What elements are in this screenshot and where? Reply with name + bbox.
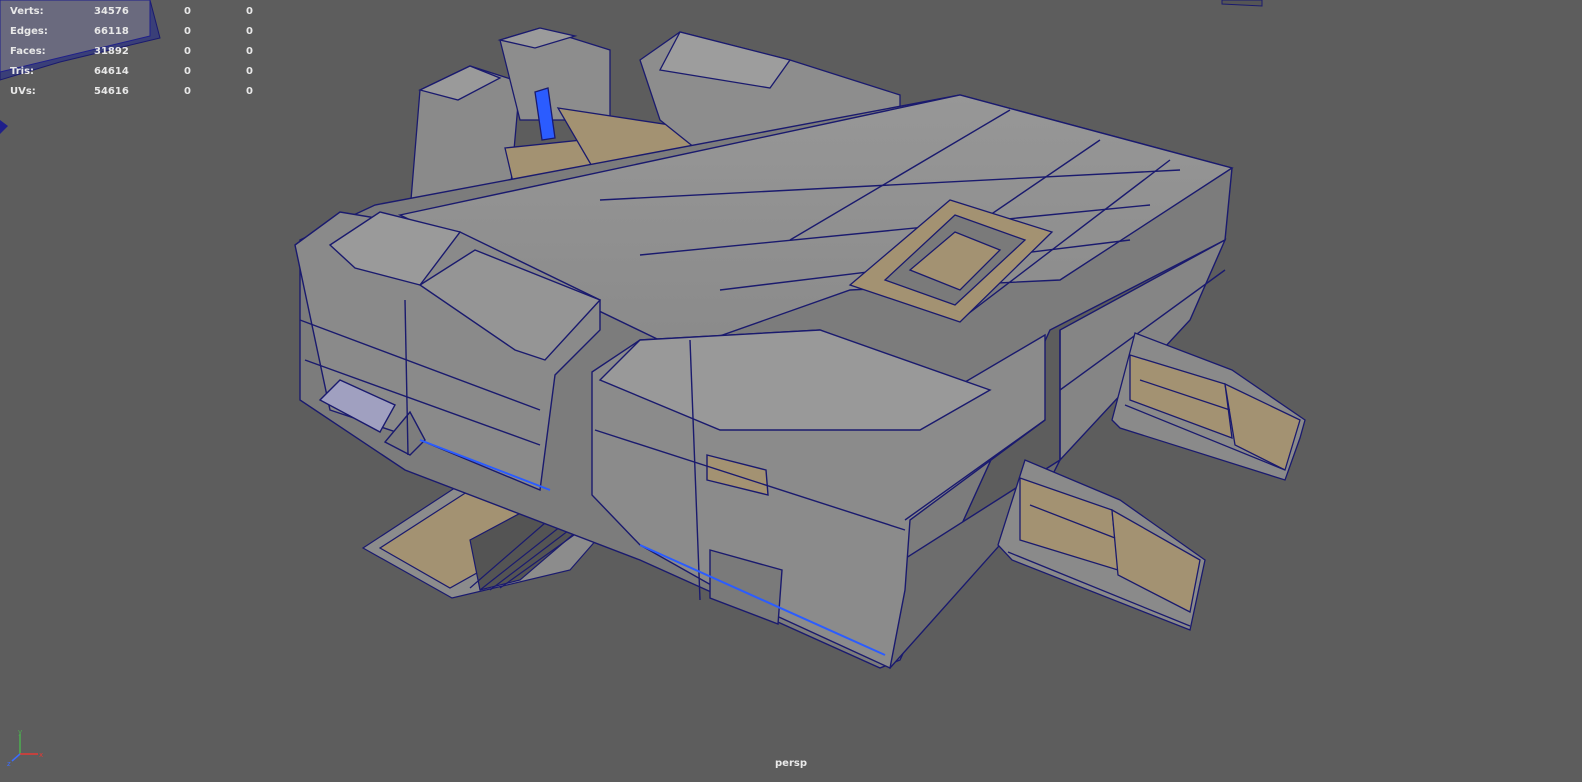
camera-name-label: persp: [775, 758, 807, 769]
hud-total: 54616: [94, 86, 129, 97]
hud-components: 0: [246, 66, 253, 77]
hud-label: Tris:: [10, 66, 35, 77]
hud-selected: 0: [184, 26, 191, 37]
hud-total: 66118: [94, 26, 129, 37]
hud-total: 64614: [94, 66, 129, 77]
front-right-block: [591, 329, 1046, 670]
thruster-upper: [1111, 332, 1306, 481]
axis-y-label: y: [18, 728, 22, 736]
hud-components: 0: [246, 46, 253, 57]
viewport-3d[interactable]: Verts: 34576 0 0 Edges: 66118 0 0 Faces:…: [0, 0, 1582, 782]
hud-label: Faces:: [10, 46, 46, 57]
hud-components: 0: [246, 26, 253, 37]
hud-selected: 0: [184, 46, 191, 57]
hud-components: 0: [246, 6, 253, 17]
hud-selected: 0: [184, 86, 191, 97]
hud-label: Verts:: [10, 6, 44, 17]
hud-label: Edges:: [10, 26, 48, 37]
hud-row-edges: Edges: 66118 0 0: [10, 22, 260, 42]
hud-row-tris: Tris: 64614 0 0: [10, 62, 260, 82]
hud-selected: 0: [184, 66, 191, 77]
hud-components: 0: [246, 86, 253, 97]
hud-label: UVs:: [10, 86, 36, 97]
wireframe-model[interactable]: [0, 0, 1582, 782]
hud-total: 34576: [94, 6, 129, 17]
hud-row-uvs: UVs: 54616 0 0: [10, 82, 260, 102]
hud-row-faces: Faces: 31892 0 0: [10, 42, 260, 62]
hud-total: 31892: [94, 46, 129, 57]
hud-row-verts: Verts: 34576 0 0: [10, 2, 260, 22]
thruster-lower: [997, 459, 1206, 631]
poly-count-hud: Verts: 34576 0 0 Edges: 66118 0 0 Faces:…: [10, 2, 260, 102]
hud-selected: 0: [184, 6, 191, 17]
